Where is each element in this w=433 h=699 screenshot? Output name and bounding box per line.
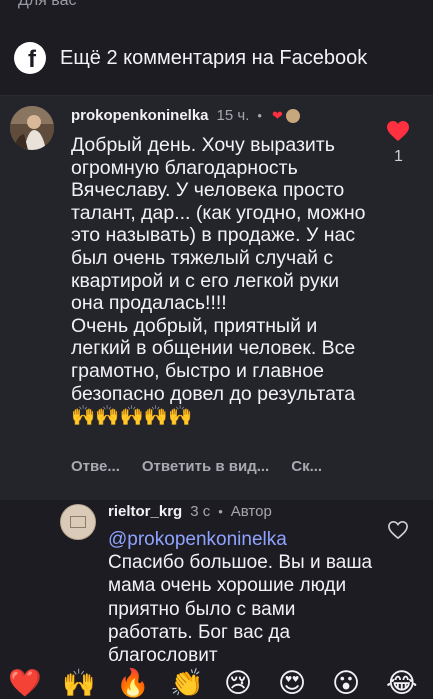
emoji-laughing-icon[interactable]: 😂	[386, 669, 418, 699]
reply-body: Спасибо большое. Вы и ваша мама очень хо…	[108, 552, 378, 663]
separator-dot: •	[257, 108, 262, 123]
reply-meta: rieltor_krg 3 с • Автор	[108, 503, 272, 520]
emoji-clap-icon[interactable]: 👏	[170, 669, 204, 699]
reply-username[interactable]: rieltor_krg	[108, 503, 182, 520]
comment-username[interactable]: prokopenkoninelka	[71, 107, 209, 124]
hide-button[interactable]: Ск...	[291, 458, 322, 475]
emoji-surprised-icon[interactable]: 😮	[332, 669, 360, 699]
comment-time: 15 ч.	[216, 107, 250, 124]
mention-link[interactable]: @prokopenkoninelka	[108, 529, 287, 550]
emoji-fire-icon[interactable]: 🔥	[116, 669, 150, 699]
comment-meta: prokopenkoninelka 15 ч. • ❤	[71, 107, 300, 124]
facebook-icon: f	[14, 42, 46, 74]
avatar[interactable]	[10, 106, 54, 150]
emoji-reaction-bar: ❤️ 🙌 🔥 👏 😢 😍 😮 😂	[0, 665, 433, 699]
comment-actions: Отве... Ответить в вид... Ск...	[71, 458, 344, 475]
like-heart-icon[interactable]	[386, 120, 412, 142]
video-reply-button[interactable]: Ответить в вид...	[142, 458, 269, 475]
reply-button[interactable]: Отве...	[71, 458, 120, 475]
comment: prokopenkoninelka 15 ч. • ❤ Добрый день.…	[0, 96, 433, 500]
liked-by-author-heart-icon: ❤	[271, 107, 283, 123]
facebook-more-comments-label: Ещё 2 комментария на Facebook	[60, 46, 368, 69]
reply-avatar[interactable]	[60, 504, 96, 540]
author-label: Автор	[230, 503, 272, 520]
top-cut-fragment: Для вас	[18, 0, 77, 9]
reply-time: 3 с	[190, 503, 211, 520]
emoji-heart-eyes-icon[interactable]: 😍	[278, 669, 306, 699]
reply-text: @prokopenkoninelka Спасибо большое. Вы и …	[108, 528, 383, 663]
emoji-raised-hands-icon[interactable]: 🙌	[62, 669, 96, 699]
liked-by-author-avatar	[285, 108, 300, 123]
comment-text: Добрый день. Хочу выразить огромную благ…	[71, 134, 366, 428]
facebook-more-comments[interactable]: f Ещё 2 комментария на Facebook	[14, 40, 367, 76]
emoji-heart-icon[interactable]: ❤️	[8, 669, 42, 699]
reply-like-heart-icon[interactable]	[387, 520, 409, 545]
emoji-crying-icon[interactable]: 😢	[224, 669, 252, 699]
reply-comment: rieltor_krg 3 с • Автор @prokopenkoninel…	[0, 500, 433, 670]
separator-dot: •	[218, 504, 223, 519]
like-count: 1	[394, 148, 403, 165]
